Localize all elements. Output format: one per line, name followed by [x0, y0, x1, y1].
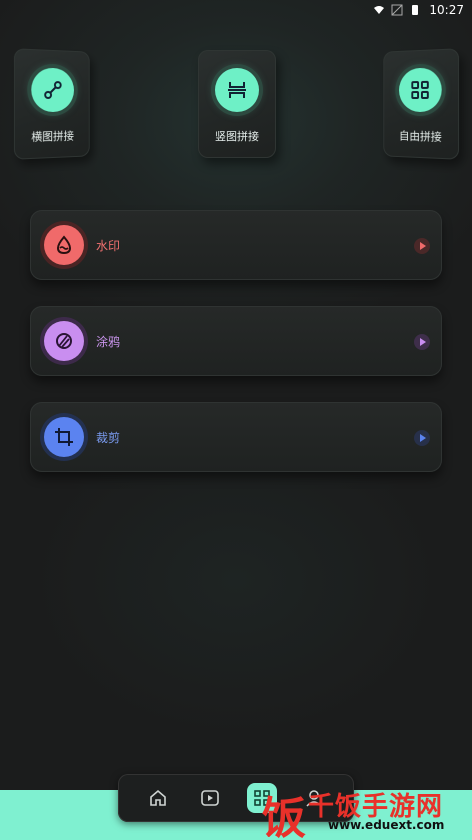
watermark-overlay: 饭 千饭手游网 www.eduext.com — [262, 782, 468, 840]
card-icon-bg — [44, 225, 84, 265]
crop-icon — [55, 428, 73, 446]
card-watermark[interactable]: 水印 — [30, 210, 442, 280]
watermark-drop-icon — [56, 235, 72, 255]
doodle-brush-icon — [56, 333, 72, 349]
nav-video[interactable] — [195, 783, 225, 813]
tile-icon-bg — [399, 67, 442, 113]
tile-horizontal-stitch[interactable]: 横图拼接 — [13, 48, 90, 160]
play-arrow-icon — [414, 334, 430, 350]
tile-label: 横图拼接 — [31, 129, 74, 144]
card-crop[interactable]: 裁剪 — [30, 402, 442, 472]
play-arrow-icon — [414, 238, 430, 254]
split-vertical-icon — [228, 82, 246, 98]
watermark-url: www.eduext.com — [328, 818, 445, 832]
play-icon — [201, 790, 219, 806]
watermark-logo-icon: 饭 — [262, 793, 306, 840]
wifi-icon — [374, 6, 385, 14]
battery-icon — [412, 5, 419, 15]
status-bar: 10:27 — [0, 0, 472, 20]
tile-free-stitch[interactable]: 自由拼接 — [383, 48, 460, 160]
card-doodle[interactable]: 涂鸦 — [30, 306, 442, 376]
tile-label: 自由拼接 — [399, 129, 442, 144]
card-icon-bg — [44, 321, 84, 361]
tile-vertical-stitch[interactable]: 竖图拼接 — [198, 50, 276, 158]
clock: 10:27 — [429, 3, 464, 17]
play-arrow-icon — [414, 430, 430, 446]
link-horizontal-icon — [43, 81, 63, 99]
nav-home[interactable] — [143, 783, 173, 813]
tile-label: 竖图拼接 — [215, 130, 259, 143]
card-icon-bg — [44, 417, 84, 457]
home-icon — [150, 789, 166, 806]
tile-icon-bg — [31, 67, 74, 113]
card-label: 涂鸦 — [96, 334, 121, 349]
card-label: 水印 — [96, 238, 121, 253]
no-signal-icon — [391, 4, 403, 16]
tile-icon-bg — [215, 68, 259, 112]
card-label: 裁剪 — [96, 430, 121, 445]
grid-four-icon — [409, 79, 430, 101]
